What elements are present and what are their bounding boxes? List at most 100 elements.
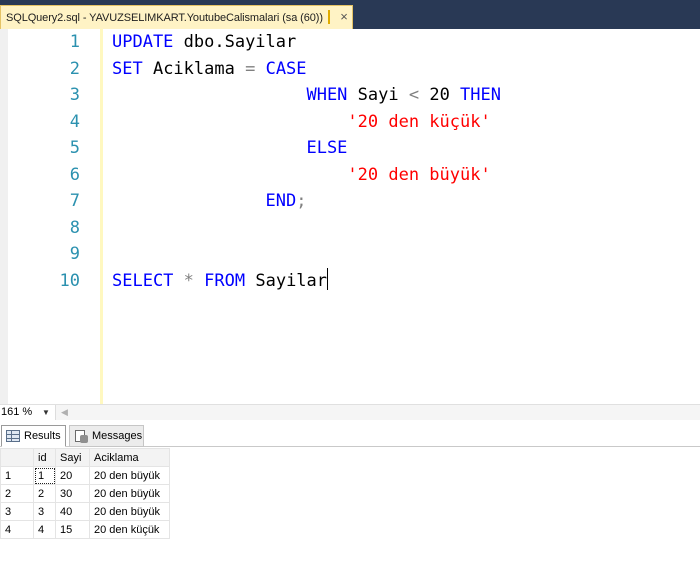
code-line[interactable]: 8 (0, 215, 700, 241)
chevron-down-icon[interactable]: ▼ (42, 405, 50, 420)
column-header-id[interactable]: id (33, 448, 56, 467)
tab-pin-marker (328, 10, 330, 24)
sql-keyword: SELECT (112, 270, 174, 291)
cell-sayi[interactable]: 40 (55, 502, 90, 521)
sql-operator: < (408, 85, 420, 105)
code-line[interactable]: 4 '20 den küçük' (0, 109, 700, 135)
code-line[interactable]: 1 UPDATE dbo.Sayilar (0, 29, 700, 55)
tab-results-label: Results (24, 430, 61, 442)
grid-icon (6, 430, 20, 442)
sql-text: Sayilar (245, 270, 328, 291)
sql-operator: * (183, 270, 194, 291)
query-document-tab[interactable]: SQLQuery2.sql - YAVUZSELIMKART.YoutubeCa… (0, 5, 353, 29)
code-text[interactable]: WHEN Sayi < 20 THEN (112, 82, 501, 108)
row-number[interactable]: 1 (0, 466, 34, 485)
row-number-header[interactable] (0, 448, 34, 467)
scroll-left-icon[interactable]: ◀ (61, 405, 68, 420)
line-number: 7 (69, 191, 80, 211)
sql-keyword: FROM (204, 270, 246, 291)
line-number: 3 (69, 85, 80, 105)
code-text[interactable]: ELSE (112, 135, 347, 161)
code-line[interactable]: 10 SELECT * FROM Sayilar (0, 267, 700, 294)
table-row[interactable]: 3 3 40 20 den büyük (0, 502, 170, 521)
tab-messages[interactable]: Messages (69, 425, 144, 447)
line-number: 10 (59, 270, 80, 291)
code-line[interactable]: 5 ELSE (0, 135, 700, 161)
cell-id[interactable]: 4 (33, 520, 56, 539)
messages-icon (74, 429, 88, 443)
table-row[interactable]: 1 1 20 20 den büyük (0, 466, 170, 485)
sql-keyword: THEN (460, 85, 501, 105)
line-number: 5 (69, 138, 80, 158)
results-pane: Results Messages id Sayi Aciklama 1 1 20… (0, 420, 700, 563)
document-tab-bar: SQLQuery2.sql - YAVUZSELIMKART.YoutubeCa… (0, 0, 700, 29)
line-number: 4 (69, 111, 80, 132)
column-header-aciklama[interactable]: Aciklama (89, 448, 170, 467)
zoom-dropdown[interactable]: 161 % ▼ (0, 405, 56, 420)
code-line[interactable]: 6 '20 den büyük' (0, 162, 700, 188)
code-text[interactable]: SELECT * FROM Sayilar (112, 267, 329, 294)
line-number: 9 (69, 244, 80, 264)
sql-keyword: WHEN (306, 85, 348, 105)
cell-aciklama[interactable]: 20 den büyük (89, 502, 170, 521)
sql-text: Sayi (347, 85, 409, 105)
editor-status-strip: 161 % ▼ ◀ (0, 404, 700, 420)
cell-id[interactable]: 1 (33, 466, 56, 485)
column-header-sayi[interactable]: Sayi (55, 448, 90, 467)
code-line[interactable]: 9 (0, 241, 700, 267)
code-line[interactable]: 3 WHEN Sayi < 20 THEN (0, 82, 700, 108)
sql-text: 20 (419, 85, 461, 105)
sql-text: dbo.Sayilar (173, 32, 297, 52)
sql-operator: ; (296, 191, 307, 211)
code-line[interactable]: 2 SET Aciklama = CASE (0, 56, 700, 82)
cell-aciklama[interactable]: 20 den büyük (89, 484, 170, 503)
sql-keyword: END (265, 191, 297, 211)
cell-sayi[interactable]: 30 (55, 484, 90, 503)
zoom-value: 161 % (1, 406, 33, 418)
code-line[interactable]: 7 END; (0, 188, 700, 214)
sql-keyword: ELSE (306, 138, 348, 158)
sql-string: '20 den büyük' (347, 164, 491, 185)
results-grid[interactable]: id Sayi Aciklama 1 1 20 20 den büyük 2 2… (0, 448, 170, 539)
sql-keyword: SET (112, 58, 143, 79)
row-number[interactable]: 3 (0, 502, 34, 521)
results-tabstrip: Results Messages (0, 425, 700, 447)
grid-header-row: id Sayi Aciklama (0, 448, 170, 467)
cell-sayi[interactable]: 15 (55, 520, 90, 539)
cell-id[interactable]: 3 (33, 502, 56, 521)
cell-sayi[interactable]: 20 (55, 466, 90, 485)
line-number: 1 (69, 32, 80, 52)
sql-text: Aciklama (142, 58, 246, 79)
sql-editor[interactable]: 1 UPDATE dbo.Sayilar 2 SET Aciklama = CASE 3… (0, 29, 700, 404)
cell-id[interactable]: 2 (33, 484, 56, 503)
line-number: 6 (69, 164, 80, 185)
cell-aciklama[interactable]: 20 den büyük (89, 466, 170, 485)
table-row[interactable]: 4 4 15 20 den küçük (0, 520, 170, 539)
sql-string: '20 den küçük' (347, 111, 491, 132)
code-text[interactable]: SET Aciklama = CASE (112, 56, 307, 82)
cell-aciklama[interactable]: 20 den küçük (89, 520, 170, 539)
line-number: 8 (69, 217, 80, 238)
table-row[interactable]: 2 2 30 20 den büyük (0, 484, 170, 503)
tab-results[interactable]: Results (1, 425, 66, 447)
sql-keyword: UPDATE (112, 32, 174, 52)
close-icon[interactable]: × (336, 8, 352, 26)
code-text[interactable]: UPDATE dbo.Sayilar (112, 29, 296, 55)
tab-title: SQLQuery2.sql - YAVUZSELIMKART.YoutubeCa… (6, 11, 323, 24)
code-text[interactable]: '20 den büyük' (112, 162, 491, 188)
tab-messages-label: Messages (92, 430, 143, 442)
code-text[interactable]: END; (112, 188, 307, 214)
row-number[interactable]: 4 (0, 520, 34, 539)
sql-keyword: CASE (265, 58, 307, 79)
row-number[interactable]: 2 (0, 484, 34, 503)
line-number: 2 (69, 58, 80, 79)
code-text[interactable]: '20 den küçük' (112, 109, 491, 135)
